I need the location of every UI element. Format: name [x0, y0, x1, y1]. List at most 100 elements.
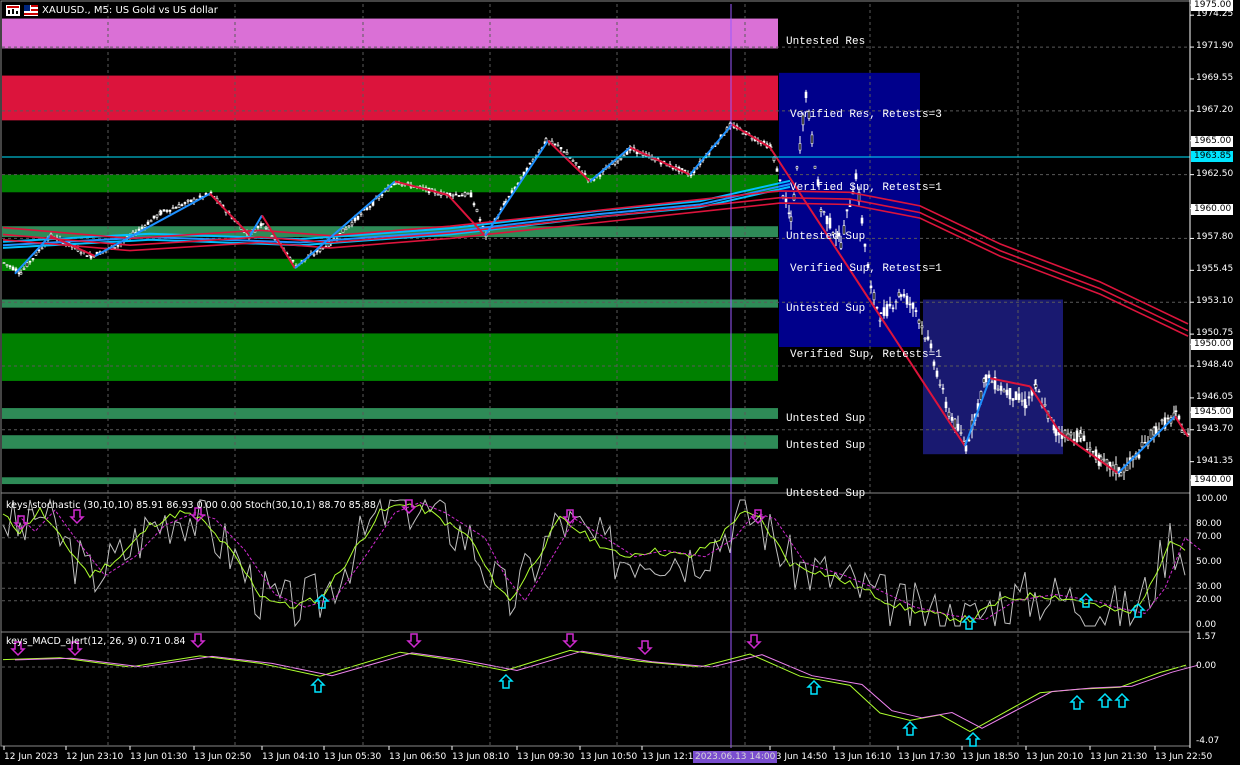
- candle-bear: [825, 215, 829, 225]
- candle-bull: [1105, 459, 1109, 465]
- candle-bear: [85, 255, 89, 257]
- candle-bull: [1069, 432, 1073, 436]
- candle-bear: [553, 143, 557, 146]
- macd-label: keys_MACD_alert(12, 26, 9) 0.71 0.84: [6, 636, 186, 647]
- price-axis-label: 1946.05: [1196, 391, 1234, 402]
- stoch-axis-label: 20.00: [1196, 594, 1222, 605]
- stoch-signal-line: [17, 501, 1202, 621]
- candle-bull: [917, 319, 921, 324]
- price-axis-label: 1962.50: [1196, 168, 1234, 179]
- candle-bull: [1149, 429, 1153, 439]
- candle-bull: [574, 162, 578, 165]
- candle-bear: [457, 195, 461, 197]
- candle-bull: [406, 182, 410, 184]
- candle-bear: [944, 401, 948, 409]
- candle-bull: [1002, 389, 1006, 393]
- candle-bear: [1174, 410, 1178, 413]
- candle-bull: [177, 204, 181, 208]
- untested-res-zone: [2, 18, 778, 49]
- time-axis-label: 13 Jun 06:50: [389, 752, 447, 762]
- candle-bear: [914, 310, 918, 313]
- chart-canvas[interactable]: [0, 0, 1240, 765]
- zone-label: Untested Sup: [786, 413, 866, 425]
- time-axis-label: 13 Jun 05:30: [324, 752, 382, 762]
- price-axis-boxed-label: 1965.00: [1191, 135, 1233, 147]
- candle-bear: [882, 307, 886, 316]
- price-axis-label: 1971.90: [1196, 41, 1234, 52]
- verified-sup-zone-3: [2, 333, 778, 381]
- candle-bear: [11, 266, 15, 271]
- candle-bull: [810, 134, 814, 144]
- candle-bear: [964, 445, 968, 452]
- price-axis-label: 1967.20: [1196, 104, 1234, 115]
- candle-bull: [923, 337, 927, 340]
- candle-bear: [454, 193, 458, 196]
- candle-bull: [795, 166, 799, 169]
- candle-bear: [152, 215, 156, 219]
- candle-bull: [394, 182, 398, 185]
- candle-bear: [984, 374, 988, 382]
- untested-sup-zone-3: [2, 408, 778, 419]
- candle-bear: [1014, 391, 1018, 400]
- candle-bull: [822, 211, 826, 214]
- untested-sup-zone-2: [2, 299, 778, 308]
- chart-window-icon: [6, 5, 20, 16]
- candle-bear: [845, 209, 849, 212]
- candle-bear: [888, 303, 892, 307]
- candle-bull: [1034, 384, 1038, 388]
- candle-bear: [8, 265, 12, 268]
- candle-bull: [264, 226, 268, 229]
- candle-bull: [270, 235, 274, 237]
- candle-bull: [261, 223, 265, 225]
- time-axis-label: 13 Jun 01:30: [130, 752, 188, 762]
- candle-bear: [37, 249, 41, 252]
- macd-signal-line: [14, 650, 1199, 729]
- candle-bear: [180, 204, 184, 207]
- zone-label: Untested Sup: [786, 488, 866, 500]
- candle-bull: [344, 227, 348, 231]
- candle-bear: [168, 209, 172, 212]
- candle-bear: [775, 168, 779, 172]
- candle-bear: [1075, 430, 1079, 442]
- candle-bear: [256, 226, 260, 228]
- stoch-axis-label: 100.00: [1196, 494, 1228, 504]
- candle-bull: [79, 252, 83, 254]
- price-axis-label: 1950.75: [1196, 328, 1234, 339]
- bid-price-label: 1963.85: [1191, 151, 1233, 162]
- candle-bear: [908, 303, 912, 306]
- zone-label: Verified Res, Retests=3: [790, 109, 942, 121]
- candle-bull: [1102, 458, 1106, 461]
- candle-bear: [559, 147, 563, 150]
- candle-bull: [562, 151, 566, 153]
- candle-bear: [365, 207, 369, 210]
- candle-bear: [1082, 435, 1086, 441]
- candle-bull: [938, 384, 942, 386]
- macd-buy-arrow-icon: [902, 720, 918, 736]
- candle-bull: [568, 157, 572, 159]
- candle-bull: [947, 411, 951, 417]
- candle-bull: [149, 220, 153, 223]
- candle-bull: [1119, 472, 1123, 477]
- candle-bear: [89, 255, 93, 259]
- candle-bull: [839, 242, 843, 249]
- time-axis-label: 13 Jun 14:50: [770, 752, 828, 762]
- price-axis-label: 1957.80: [1196, 232, 1234, 243]
- candle-bull: [789, 216, 793, 222]
- candle-bull: [25, 262, 29, 267]
- candle-bull: [894, 301, 898, 303]
- stoch-axis-label: 50.00: [1196, 557, 1222, 567]
- candle-bear: [1027, 396, 1031, 399]
- candle-bull: [1180, 430, 1184, 433]
- candle-bull: [171, 207, 175, 210]
- zone-label: Untested Res: [786, 36, 866, 48]
- candle-bull: [571, 160, 575, 162]
- time-axis-label: 13 Jun 10:50: [580, 752, 638, 762]
- zone-label: Untested Sup: [786, 231, 866, 243]
- zigzag-down-leg: [731, 123, 771, 149]
- candle-bear: [1037, 390, 1041, 393]
- candle-bull: [741, 132, 745, 135]
- candle-bull: [813, 165, 817, 169]
- zigzag-up-leg: [1117, 415, 1176, 474]
- candle-bull: [341, 228, 345, 233]
- candle-bull: [359, 212, 363, 215]
